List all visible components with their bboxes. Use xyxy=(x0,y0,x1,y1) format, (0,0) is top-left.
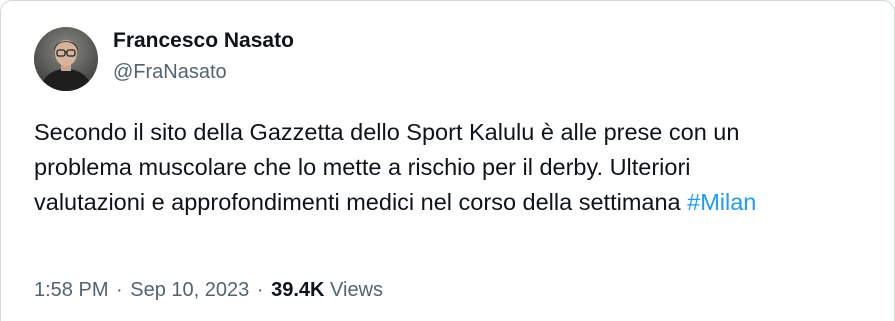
tweet-text-segment: valutazioni e approfondimenti medici nel… xyxy=(34,189,688,215)
author-display-name[interactable]: Francesco Nasato xyxy=(113,28,294,54)
meta-separator: · xyxy=(116,279,123,301)
tweet-text-line: problema muscolare che lo mette a rischi… xyxy=(34,154,691,180)
tweet-meta: 1:58 PM · Sep 10, 2023 · 39.4K Views xyxy=(34,277,383,303)
tweet-card: Francesco Nasato @FraNasato Secondo il s… xyxy=(0,0,895,321)
meta-separator: · xyxy=(256,279,264,301)
tweet-text-line: Secondo il sito della Gazzetta dello Spo… xyxy=(34,119,740,145)
tweet-text-line: valutazioni e approfondimenti medici nel… xyxy=(34,185,869,220)
tweet-time[interactable]: 1:58 PM xyxy=(34,279,108,301)
views-count: 39.4K xyxy=(271,279,325,301)
avatar[interactable] xyxy=(34,27,98,91)
views-label: Views xyxy=(330,279,384,301)
avatar-image xyxy=(34,27,98,91)
hashtag-link[interactable]: #Milan xyxy=(687,189,756,215)
tweet-date[interactable]: Sep 10, 2023 xyxy=(130,279,249,301)
tweet-text: Secondo il sito della Gazzetta dello Spo… xyxy=(34,115,869,220)
author-handle[interactable]: @FraNasato xyxy=(113,59,227,85)
